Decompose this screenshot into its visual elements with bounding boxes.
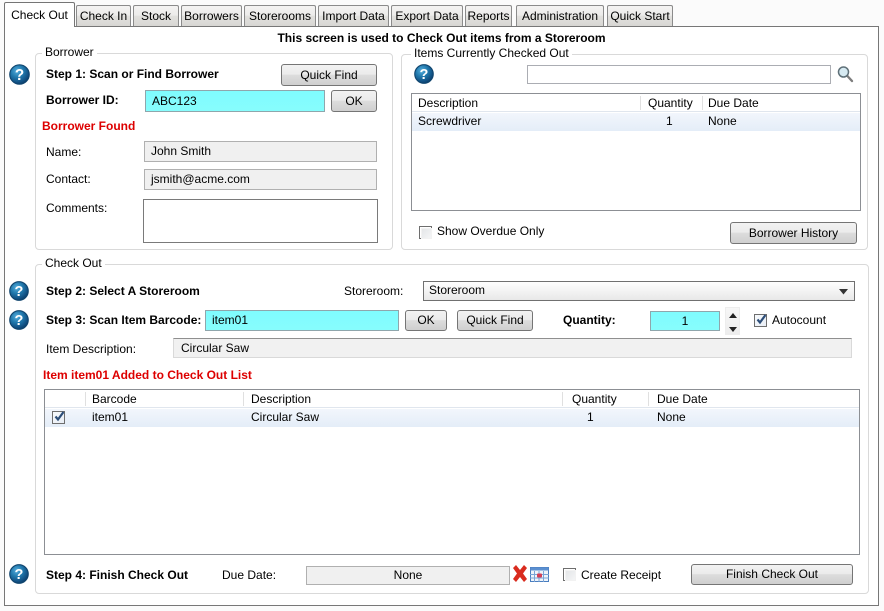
svg-text:?: ? — [15, 67, 24, 84]
svg-text:?: ? — [15, 567, 24, 583]
svg-text:?: ? — [15, 313, 24, 329]
svg-text:?: ? — [15, 284, 24, 300]
svg-text:?: ? — [420, 67, 429, 83]
